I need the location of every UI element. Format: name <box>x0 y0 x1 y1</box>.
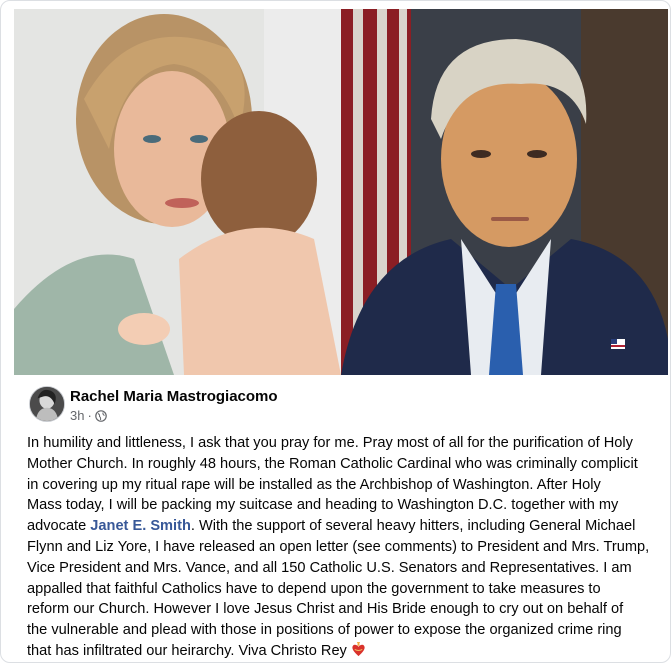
avatar[interactable] <box>29 386 65 422</box>
globe-icon[interactable] <box>95 409 107 422</box>
post-line-7: Vice President and Mrs. Vance, and all 1… <box>27 559 632 576</box>
post-line-3: in covering up my ritual rape will be in… <box>27 476 601 493</box>
post-line-11: that has infiltrated our heirarchy. Viva… <box>27 641 663 662</box>
post-photos <box>14 9 668 375</box>
photo-woman-holding-baby-image <box>14 9 341 375</box>
post-line-9: reform our Church. However I love Jesus … <box>27 601 624 618</box>
post-card: Rachel Maria Mastrogiacomo 3h · In humil… <box>0 0 671 663</box>
post-line-6: Flynn and Liz Yore, I have released an o… <box>27 538 650 555</box>
post-line-10: the vulnerable and plead with those in p… <box>27 622 622 639</box>
photo-man-in-suit-portrait-image <box>341 9 668 375</box>
post-meta: 3h · <box>70 408 107 423</box>
meta-separator: · <box>87 408 92 423</box>
post-line-2: Mother Church. In roughly 48 hours, the … <box>27 455 638 472</box>
post-line-5-before: advocate <box>27 518 91 535</box>
post-line-1: In humility and littleness, I ask that y… <box>27 435 633 451</box>
photo-woman-holding-baby[interactable] <box>14 9 341 375</box>
photo-man-in-suit-portrait[interactable] <box>341 9 668 375</box>
mention-link[interactable]: Janet E. Smith <box>90 518 191 534</box>
post-line-5-after: . With the support of several heavy hitt… <box>190 518 636 535</box>
author-name[interactable]: Rachel Maria Mastrogiacomo <box>70 388 278 405</box>
post-line-5: advocate Janet E. Smith. With the suppor… <box>27 516 663 537</box>
post-header: Rachel Maria Mastrogiacomo 3h · <box>29 386 629 428</box>
post-time[interactable]: 3h <box>70 408 84 423</box>
post-line-4: Mass today, I will be packing my suitcas… <box>27 497 619 514</box>
sacred-heart-icon <box>352 641 365 657</box>
post-line-8: appalled that faithful Catholics have to… <box>27 580 601 597</box>
post-last-line: that has infiltrated our heirarchy. Viva… <box>27 642 347 659</box>
avatar-image <box>30 387 64 421</box>
post-body: In humility and littleness, I ask that y… <box>27 433 663 662</box>
